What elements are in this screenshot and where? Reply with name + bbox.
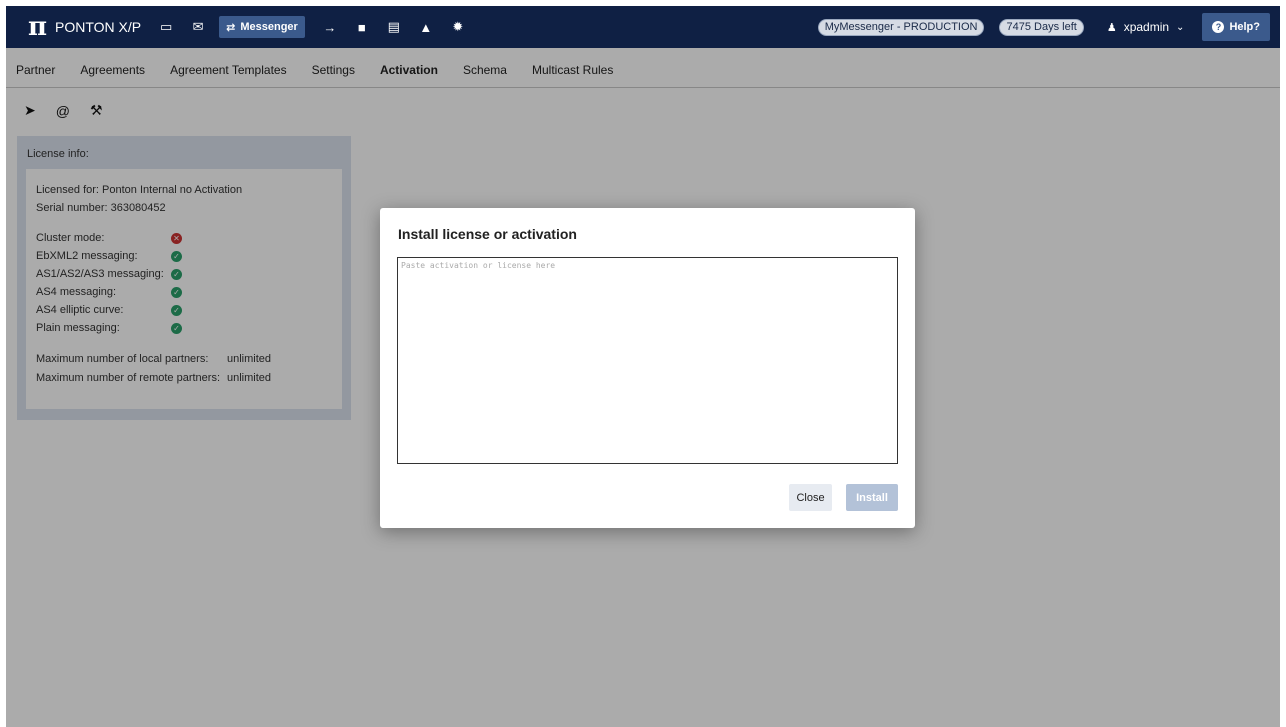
user-icon: ♟ bbox=[1106, 21, 1117, 34]
days-left-badge: 7475 Days left bbox=[999, 18, 1084, 36]
install-license-dialog: Install license or activation Close Inst… bbox=[380, 208, 915, 528]
messenger-label: Messenger bbox=[240, 21, 298, 33]
question-icon: ? bbox=[1212, 21, 1225, 33]
license-textarea[interactable] bbox=[397, 257, 898, 464]
chevron-down-icon: ⌄ bbox=[1176, 21, 1185, 33]
mail-icon[interactable]: ✉ bbox=[191, 19, 205, 35]
topbar-right: MyMessenger - PRODUCTION 7475 Days left … bbox=[817, 6, 1280, 48]
flask-icon[interactable]: ▲ bbox=[419, 20, 433, 35]
monitor-icon[interactable]: ▭ bbox=[159, 19, 173, 35]
pi-logo-icon: π bbox=[28, 12, 48, 42]
help-button[interactable]: ? Help? bbox=[1202, 13, 1270, 41]
folder-icon[interactable]: ■ bbox=[355, 20, 369, 35]
close-button[interactable]: Close bbox=[789, 484, 832, 511]
top-navigation-bar: π PONTON X/P ▭ ✉ ⇄ Messenger → ■ ▤ ▲ ✹ M… bbox=[6, 6, 1280, 48]
exchange-icon: ⇄ bbox=[226, 21, 236, 34]
help-label: Help? bbox=[1229, 21, 1260, 33]
dialog-title: Install license or activation bbox=[398, 226, 577, 242]
app-logo[interactable]: π PONTON X/P bbox=[28, 14, 141, 40]
gear-icon[interactable]: ✹ bbox=[451, 19, 465, 35]
install-button[interactable]: Install bbox=[846, 484, 898, 511]
app-name: PONTON X/P bbox=[55, 19, 142, 35]
messenger-module-button[interactable]: ⇄ Messenger bbox=[219, 16, 305, 38]
username: xpadmin bbox=[1123, 20, 1170, 34]
dashboard-icon[interactable]: ▤ bbox=[387, 19, 401, 35]
arrow-route-icon[interactable]: → bbox=[323, 20, 337, 35]
environment-badge: MyMessenger - PRODUCTION bbox=[817, 18, 985, 36]
user-menu[interactable]: ♟ xpadmin ⌄ bbox=[1107, 20, 1185, 34]
